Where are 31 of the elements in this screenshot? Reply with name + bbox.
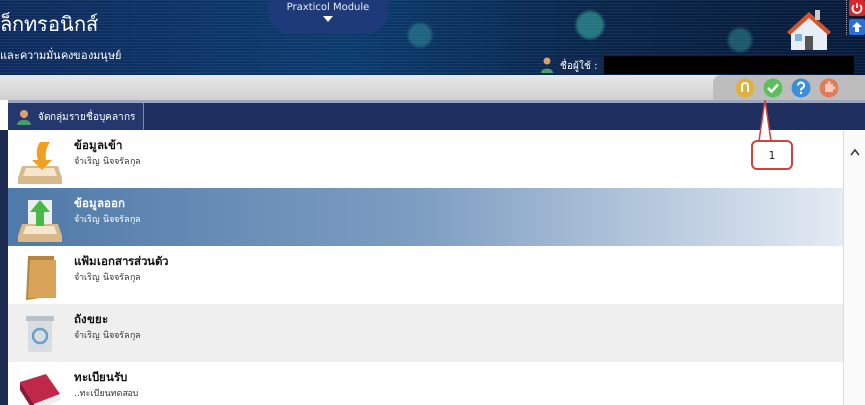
item-title: ทะเบียนรับ bbox=[74, 369, 128, 386]
username-field[interactable] bbox=[604, 56, 854, 74]
scrollbar[interactable] bbox=[844, 130, 865, 405]
item-title: ข้อมูลเข้า bbox=[74, 137, 123, 154]
check-icon[interactable] bbox=[763, 78, 783, 98]
person-icon bbox=[540, 57, 554, 73]
app-subtitle: และความมั่นคงของมนุษย์ bbox=[0, 46, 121, 64]
caret-icon bbox=[323, 16, 333, 22]
leader-line bbox=[757, 100, 773, 141]
puzzle-icon[interactable] bbox=[819, 78, 839, 98]
item-subtitle: จำเริญ นิจจรัลกุล bbox=[74, 272, 142, 284]
item-title: แฟ้มเอกสารส่วนตัว bbox=[74, 253, 168, 270]
house-icon[interactable] bbox=[785, 8, 833, 52]
username-label: ชื่อผู้ใช้ : bbox=[557, 56, 601, 74]
up-arrow-icon[interactable] bbox=[849, 19, 865, 35]
tab[interactable]: จัดกลุ่มรายชื่อบุคลากร bbox=[8, 103, 144, 130]
help-icon[interactable] bbox=[791, 78, 811, 98]
item-subtitle: จำเริญ นิจจรัลกุล bbox=[74, 156, 141, 168]
caret-up-icon[interactable] bbox=[850, 148, 860, 156]
module-tab[interactable]: Praxticol Module bbox=[268, 0, 388, 34]
callout-marker: 1 bbox=[751, 140, 793, 170]
person-icon bbox=[16, 108, 32, 124]
item-title: ถังขยะ bbox=[74, 311, 109, 328]
item-subtitle: จำเริญ นิจจรัลกุล bbox=[74, 214, 141, 226]
item-subtitle: จำเริญ นิจจรัลกุล bbox=[74, 330, 141, 342]
app-title: ล็กทรอนิกส์ bbox=[0, 11, 98, 38]
item-subtitle: ..ทะเบียนทดสอบ bbox=[74, 388, 139, 400]
power-icon[interactable] bbox=[849, 0, 865, 16]
list-item[interactable]: ถังขยะ จำเริญ นิจจรัลกุล bbox=[8, 304, 843, 362]
item-title: ข้อมูลออก bbox=[74, 195, 126, 212]
list-item[interactable]: ข้อมูลออก จำเริญ นิจจรัลกุล bbox=[8, 188, 843, 246]
